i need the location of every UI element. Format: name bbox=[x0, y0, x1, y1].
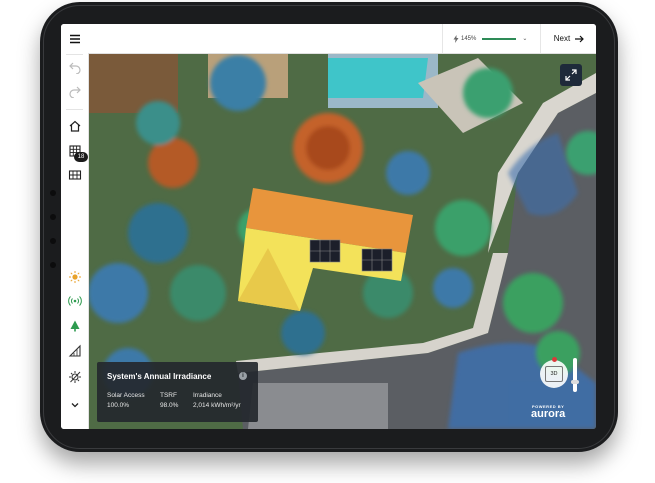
metric-solar-access: Solar Access 100.0% bbox=[107, 392, 145, 409]
zoom-level: 145% bbox=[461, 35, 477, 42]
top-bar: 145% ⌄ Next bbox=[88, 24, 596, 54]
redo-icon[interactable] bbox=[65, 82, 84, 100]
metric-value: 2,014 kWh/m²/yr bbox=[193, 402, 241, 409]
expand-view-button[interactable] bbox=[560, 64, 582, 86]
tilt-slider[interactable] bbox=[571, 358, 579, 392]
metric-value: 98.0% bbox=[160, 402, 179, 409]
next-button[interactable]: Next bbox=[540, 24, 596, 53]
zoom-control[interactable]: 145% ⌄ bbox=[442, 24, 538, 53]
zoom-slider[interactable] bbox=[482, 37, 517, 40]
hamburger-icon[interactable] bbox=[65, 30, 84, 48]
aurora-logo: aurora bbox=[531, 408, 566, 420]
tool-sidebar: 18 bbox=[61, 24, 89, 429]
view-compass[interactable]: 3D bbox=[540, 357, 568, 388]
undo-icon[interactable] bbox=[65, 58, 84, 76]
aurora-branding: POWERED BY aurora bbox=[531, 404, 565, 420]
next-label: Next bbox=[553, 34, 571, 43]
panel-count-badge: 18 bbox=[74, 152, 88, 162]
arrow-right-icon bbox=[575, 35, 585, 42]
info-icon[interactable]: i bbox=[239, 372, 247, 380]
app-screen: 18 145% ⌄ Next System's Annual Irradianc… bbox=[61, 24, 596, 429]
view-mode-toggle[interactable]: 3D bbox=[545, 366, 563, 382]
panel-title: System's Annual Irradiance bbox=[107, 372, 212, 381]
zoom-chevron-icon[interactable]: ⌄ bbox=[522, 35, 527, 42]
tilt-slider-knob[interactable] bbox=[571, 380, 579, 384]
chevron-down-icon[interactable] bbox=[65, 396, 84, 414]
expand-icon bbox=[565, 69, 577, 81]
panel-array-icon[interactable] bbox=[65, 166, 84, 184]
metric-irradiance: Irradiance 2,014 kWh/m²/yr bbox=[193, 392, 241, 409]
north-indicator-icon bbox=[552, 357, 557, 362]
home-icon[interactable] bbox=[65, 117, 84, 135]
tree-icon[interactable] bbox=[65, 317, 84, 335]
shade-icon[interactable] bbox=[65, 368, 84, 386]
signal-icon[interactable] bbox=[65, 292, 84, 310]
bolt-icon bbox=[453, 34, 459, 43]
annual-irradiance-panel: System's Annual Irradiance i Solar Acces… bbox=[97, 362, 258, 422]
metric-tsrf: TSRF 98.0% bbox=[160, 392, 178, 409]
device-camera bbox=[50, 190, 56, 196]
metric-label: TSRF bbox=[160, 392, 177, 399]
roof-slope-icon[interactable] bbox=[65, 342, 84, 360]
metric-label: Irradiance bbox=[193, 392, 222, 399]
metric-label: Solar Access bbox=[107, 392, 145, 399]
metric-value: 100.0% bbox=[107, 402, 130, 409]
sun-icon[interactable] bbox=[65, 268, 84, 286]
